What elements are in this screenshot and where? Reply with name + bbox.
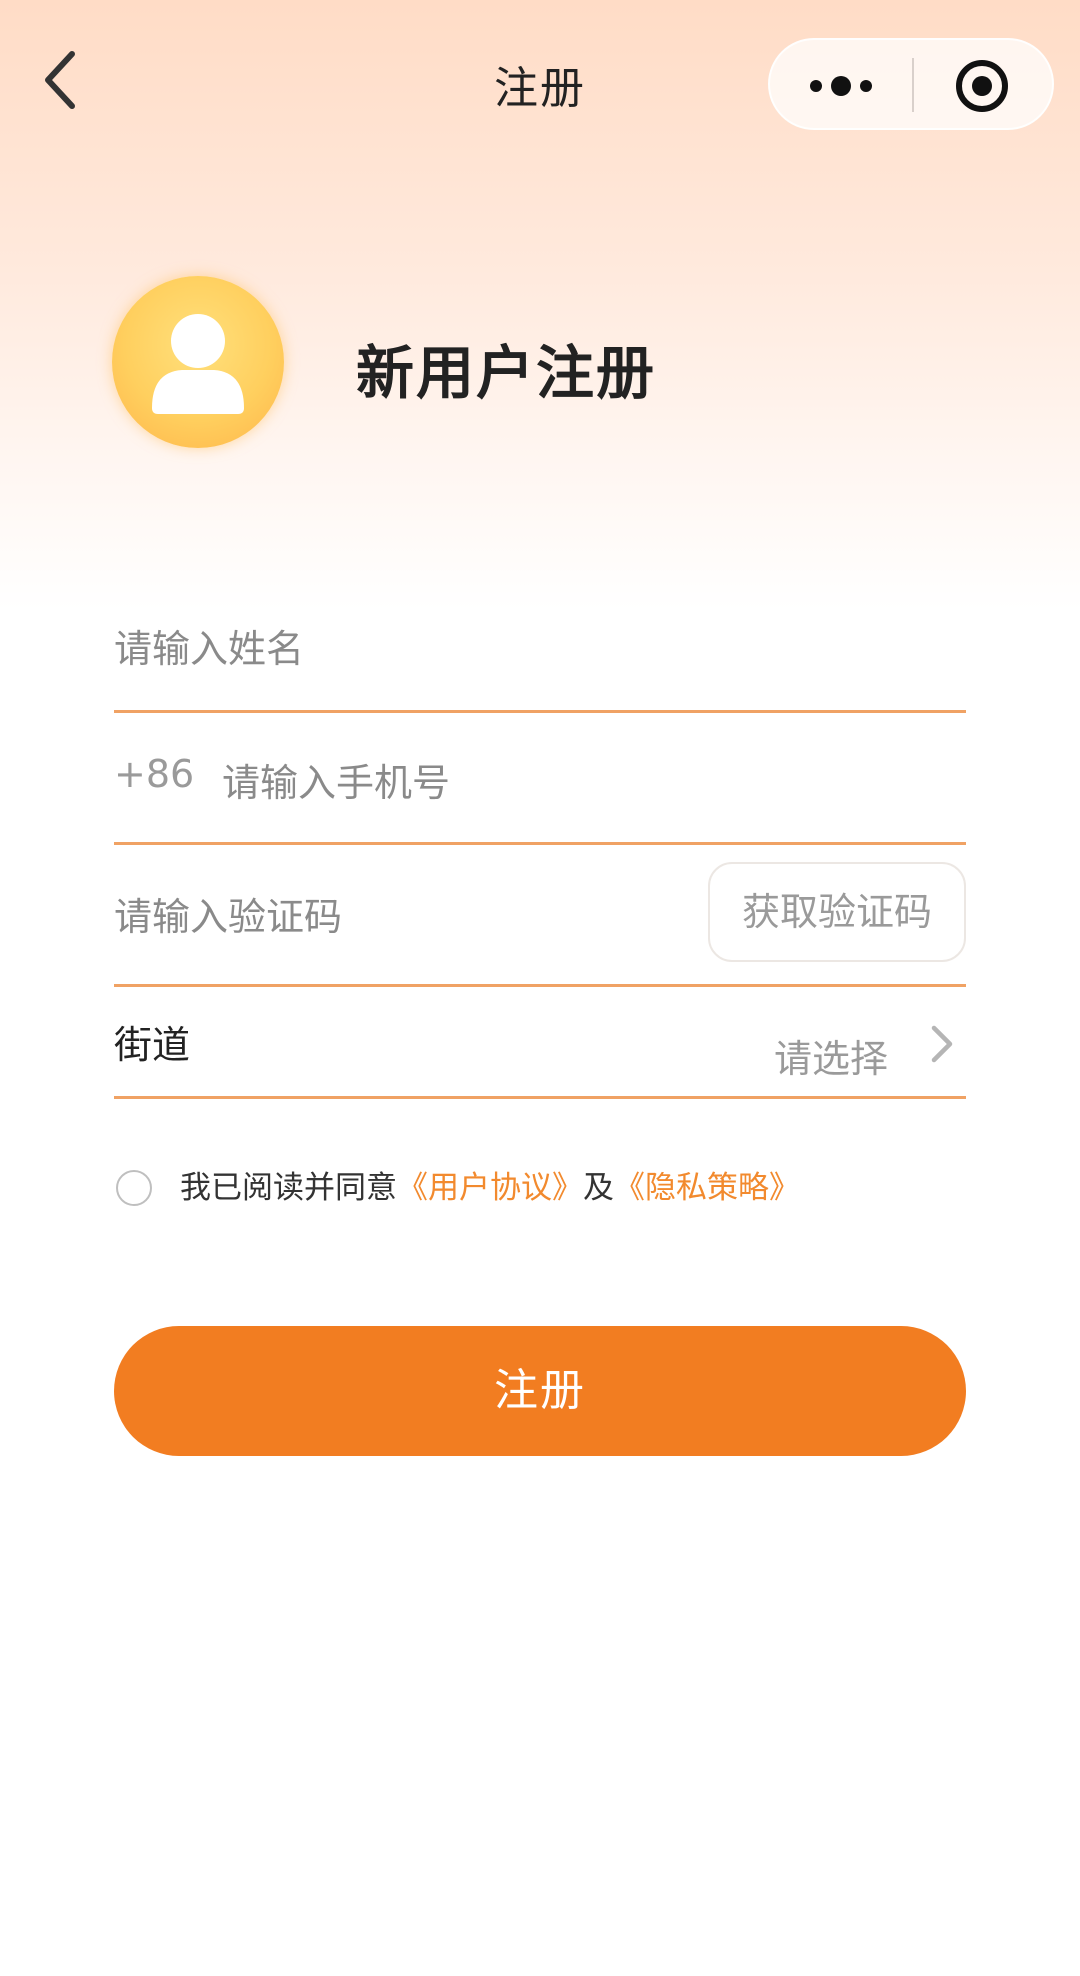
name-input[interactable]: 请输入姓名 xyxy=(114,618,966,680)
street-row: 街道 请选择 xyxy=(114,984,966,1099)
more-button[interactable] xyxy=(770,40,912,128)
street-label: 街道 xyxy=(114,1023,191,1067)
code-row: 请输入验证码 获取验证码 xyxy=(114,842,966,987)
street-select-placeholder: 请选择 xyxy=(774,1037,889,1081)
register-heading: 新用户注册 xyxy=(356,339,657,407)
get-code-button[interactable]: 获取验证码 xyxy=(708,862,966,962)
target-circle-icon xyxy=(956,60,1008,112)
agreement-checkbox[interactable] xyxy=(116,1170,152,1206)
agreement-conjunction: 及 xyxy=(583,1170,614,1206)
avatar xyxy=(112,276,284,448)
agreement-row: 我已阅读并同意《用户协议》及《隐私策略》 xyxy=(114,1162,994,1222)
country-code: +86 xyxy=(114,752,195,796)
chevron-right-icon xyxy=(931,1025,953,1063)
more-dots-icon xyxy=(810,76,872,96)
agreement-text: 我已阅读并同意《用户协议》及《隐私策略》 xyxy=(180,1164,800,1212)
nav-bar: 注册 xyxy=(0,0,1080,170)
register-button[interactable]: 注册 xyxy=(114,1326,966,1456)
agreement-prefix: 我已阅读并同意 xyxy=(180,1170,397,1206)
verification-code-input[interactable]: 请输入验证码 xyxy=(114,886,674,946)
user-agreement-link[interactable]: 《用户协议》 xyxy=(397,1170,583,1206)
phone-input[interactable]: 请输入手机号 xyxy=(222,752,922,812)
phone-row: +86 请输入手机号 xyxy=(114,710,966,845)
registration-page: 注册 新用户注册 请输入姓名 +86 请输入手机号 请输入验证码 获取验证码 街… xyxy=(0,0,1080,1976)
name-row: 请输入姓名 xyxy=(114,600,966,713)
privacy-policy-link[interactable]: 《隐私策略》 xyxy=(614,1170,800,1206)
mini-program-capsule xyxy=(768,38,1054,130)
user-icon xyxy=(152,314,244,414)
close-mini-program-button[interactable] xyxy=(914,40,1052,128)
